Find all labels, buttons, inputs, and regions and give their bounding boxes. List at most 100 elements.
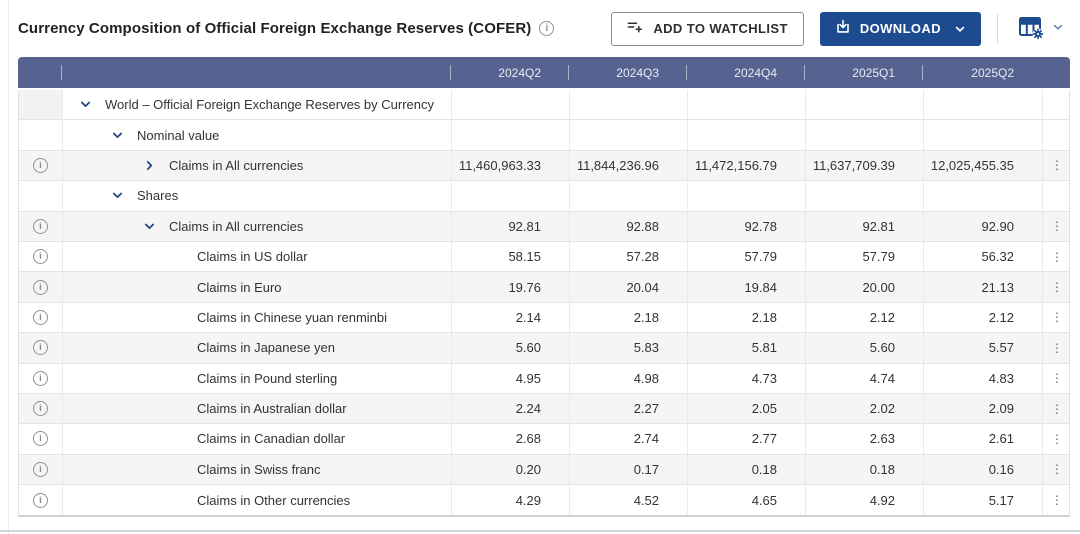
kebab-menu-icon[interactable]: ⋮ (1051, 494, 1063, 506)
toolbar: Currency Composition of Official Foreign… (0, 0, 1080, 57)
header-cell-period: 2024Q4 (687, 57, 805, 88)
table-header: 2024Q22024Q32024Q42025Q12025Q2 (18, 57, 1070, 88)
kebab-menu-icon[interactable]: ⋮ (1051, 433, 1063, 445)
cell-value: 11,844,236.96 (570, 151, 688, 180)
cell-value: 4.83 (924, 364, 1043, 393)
row-info-cell: i (19, 151, 63, 180)
cell-value: 56.32 (924, 242, 1043, 271)
row-info-cell (19, 181, 63, 210)
cell-value (924, 90, 1043, 119)
kebab-menu-icon[interactable]: ⋮ (1051, 220, 1063, 232)
kebab-menu-icon[interactable]: ⋮ (1051, 403, 1063, 415)
row-label-cell: Claims in Chinese yuan renminbi (63, 303, 452, 332)
info-icon[interactable]: i (33, 249, 48, 264)
cell-value: 92.81 (806, 212, 924, 241)
header-cell-period: 2024Q3 (569, 57, 687, 88)
info-icon[interactable]: i (33, 401, 48, 416)
kebab-menu-icon[interactable]: ⋮ (1051, 463, 1063, 475)
info-icon[interactable]: i (33, 280, 48, 295)
cell-value: 2.02 (806, 394, 924, 423)
chevron-down-icon[interactable] (111, 129, 124, 142)
table-settings-button[interactable] (1014, 15, 1068, 43)
info-icon[interactable]: i (33, 462, 48, 477)
row-info-cell: i (19, 303, 63, 332)
cell-value: 4.92 (806, 485, 924, 515)
row-actions-cell: ⋮ (1043, 151, 1070, 180)
page-title: Currency Composition of Official Foreign… (18, 20, 531, 37)
cofer-table: 2024Q22024Q32024Q42025Q12025Q2 World – O… (18, 57, 1070, 517)
kebab-menu-icon[interactable]: ⋮ (1051, 281, 1063, 293)
cell-value: 2.18 (688, 303, 806, 332)
chevron-down-icon[interactable] (143, 220, 156, 233)
row-label-cell: Claims in Japanese yen (63, 333, 452, 362)
info-icon[interactable]: i (33, 493, 48, 508)
cell-value: 5.17 (924, 485, 1043, 515)
table-row: Nominal value (19, 120, 1069, 150)
cell-value (570, 120, 688, 149)
row-label-cell: Nominal value (63, 120, 452, 149)
info-icon[interactable]: i (33, 158, 48, 173)
info-icon[interactable]: i (33, 340, 48, 355)
cell-value: 20.00 (806, 272, 924, 301)
kebab-menu-icon[interactable]: ⋮ (1051, 311, 1063, 323)
row-label: Nominal value (137, 128, 219, 143)
row-info-cell: i (19, 333, 63, 362)
cell-value: 11,637,709.39 (806, 151, 924, 180)
info-icon[interactable]: i (33, 431, 48, 446)
info-icon[interactable]: i (33, 310, 48, 325)
download-button[interactable]: DOWNLOAD (820, 12, 981, 46)
row-label-cell: Claims in Australian dollar (63, 394, 452, 423)
row-label: Claims in Swiss franc (197, 462, 321, 477)
row-label: Claims in Euro (197, 280, 282, 295)
cell-value (570, 90, 688, 119)
row-actions-cell (1043, 181, 1070, 210)
cell-value: 2.09 (924, 394, 1043, 423)
row-actions-cell: ⋮ (1043, 485, 1070, 515)
table-row: iClaims in Japanese yen5.605.835.815.605… (19, 333, 1069, 363)
kebab-menu-icon[interactable]: ⋮ (1051, 251, 1063, 263)
row-label: Claims in Canadian dollar (197, 431, 345, 446)
add-to-watchlist-button[interactable]: ADD TO WATCHLIST (611, 12, 803, 46)
chevron-right-icon[interactable] (143, 159, 156, 172)
cell-value (806, 181, 924, 210)
download-label: DOWNLOAD (860, 21, 941, 36)
kebab-menu-icon[interactable]: ⋮ (1051, 372, 1063, 384)
chevron-down-icon[interactable] (79, 98, 92, 111)
row-info-cell: i (19, 364, 63, 393)
info-icon[interactable]: i (33, 219, 48, 234)
row-label: Claims in US dollar (197, 249, 308, 264)
cell-value: 57.79 (688, 242, 806, 271)
cell-value: 92.90 (924, 212, 1043, 241)
cell-value (688, 181, 806, 210)
table-row: iClaims in Swiss franc0.200.170.180.180.… (19, 455, 1069, 485)
table-row: iClaims in Canadian dollar2.682.742.772.… (19, 424, 1069, 454)
row-label: Claims in Japanese yen (197, 340, 335, 355)
kebab-menu-icon[interactable]: ⋮ (1051, 159, 1063, 171)
table-gear-icon (1018, 15, 1045, 43)
row-label-cell: Claims in Pound sterling (63, 364, 452, 393)
cell-value: 19.76 (452, 272, 570, 301)
header-cell-period: 2025Q1 (805, 57, 923, 88)
row-info-cell: i (19, 485, 63, 515)
title-info-icon[interactable]: i (539, 21, 554, 36)
table-row: iClaims in US dollar58.1557.2857.7957.79… (19, 242, 1069, 272)
cell-value: 5.60 (806, 333, 924, 362)
row-label: Claims in All currencies (169, 158, 303, 173)
info-icon[interactable]: i (33, 371, 48, 386)
chevron-down-icon[interactable] (111, 189, 124, 202)
row-label: Claims in Australian dollar (197, 401, 347, 416)
cell-value: 5.57 (924, 333, 1043, 362)
cell-value (806, 120, 924, 149)
row-label-cell: Claims in Euro (63, 272, 452, 301)
cell-value (924, 120, 1043, 149)
cell-value: 12,025,455.35 (924, 151, 1043, 180)
cell-value: 4.95 (452, 364, 570, 393)
cell-value (688, 90, 806, 119)
table-row: iClaims in Australian dollar2.242.272.05… (19, 394, 1069, 424)
row-label-cell: World – Official Foreign Exchange Reserv… (63, 90, 452, 119)
row-actions-cell: ⋮ (1043, 394, 1070, 423)
header-cell-info-column (18, 57, 62, 88)
table-row: iClaims in All currencies92.8192.8892.78… (19, 212, 1069, 242)
kebab-menu-icon[interactable]: ⋮ (1051, 342, 1063, 354)
header-cell-actions-column (1042, 57, 1070, 88)
